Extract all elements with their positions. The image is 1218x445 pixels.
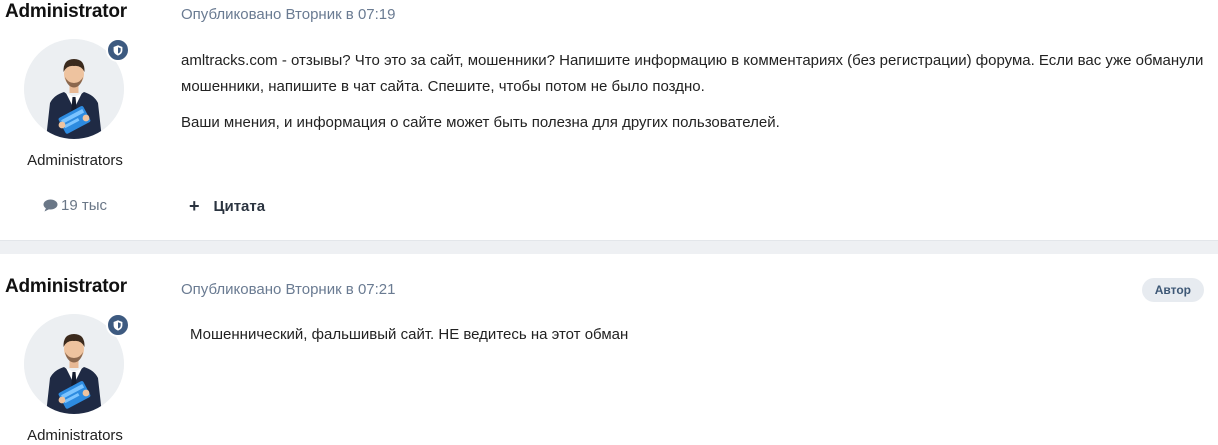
post-paragraph: Мошеннический, фальшивый сайт. НЕ ведите… bbox=[190, 326, 629, 343]
post-1: Administrator Administrators 19 тыс Опуб… bbox=[0, 0, 1218, 240]
author-avatar[interactable] bbox=[24, 313, 130, 414]
post-content: Мошеннический, фальшивый сайт. НЕ ведите… bbox=[190, 322, 1218, 348]
quote-label: Цитата bbox=[213, 198, 266, 215]
post-content: amltracks.com - отзывы? Что это за сайт,… bbox=[181, 48, 1216, 136]
author-group: Administrators bbox=[27, 152, 123, 169]
post-date[interactable]: Опубликовано Вторник в 07:21 bbox=[181, 281, 395, 298]
shield-icon bbox=[106, 313, 130, 337]
author-name-link[interactable]: Administrator bbox=[5, 1, 127, 23]
author-group: Administrators bbox=[27, 427, 123, 444]
shield-icon bbox=[106, 38, 130, 62]
quote-button[interactable]: + Цитата bbox=[189, 196, 266, 216]
author-avatar[interactable] bbox=[24, 38, 130, 139]
post-2: Administrator Administrators Опубликован… bbox=[0, 254, 1218, 445]
post-date[interactable]: Опубликовано Вторник в 07:19 bbox=[181, 6, 395, 23]
post-separator bbox=[0, 240, 1218, 254]
post-paragraph: Ваши мнения, и информация о сайте может … bbox=[181, 114, 780, 131]
post-count-value: 19 тыс bbox=[60, 197, 107, 214]
plus-icon: + bbox=[189, 196, 200, 216]
post-count: 19 тыс bbox=[0, 197, 150, 216]
comment-icon bbox=[43, 199, 58, 216]
author-badge: Автор bbox=[1141, 278, 1204, 302]
author-name-link[interactable]: Administrator bbox=[5, 276, 127, 298]
post-paragraph: amltracks.com - отзывы? Что это за сайт,… bbox=[181, 52, 1204, 95]
